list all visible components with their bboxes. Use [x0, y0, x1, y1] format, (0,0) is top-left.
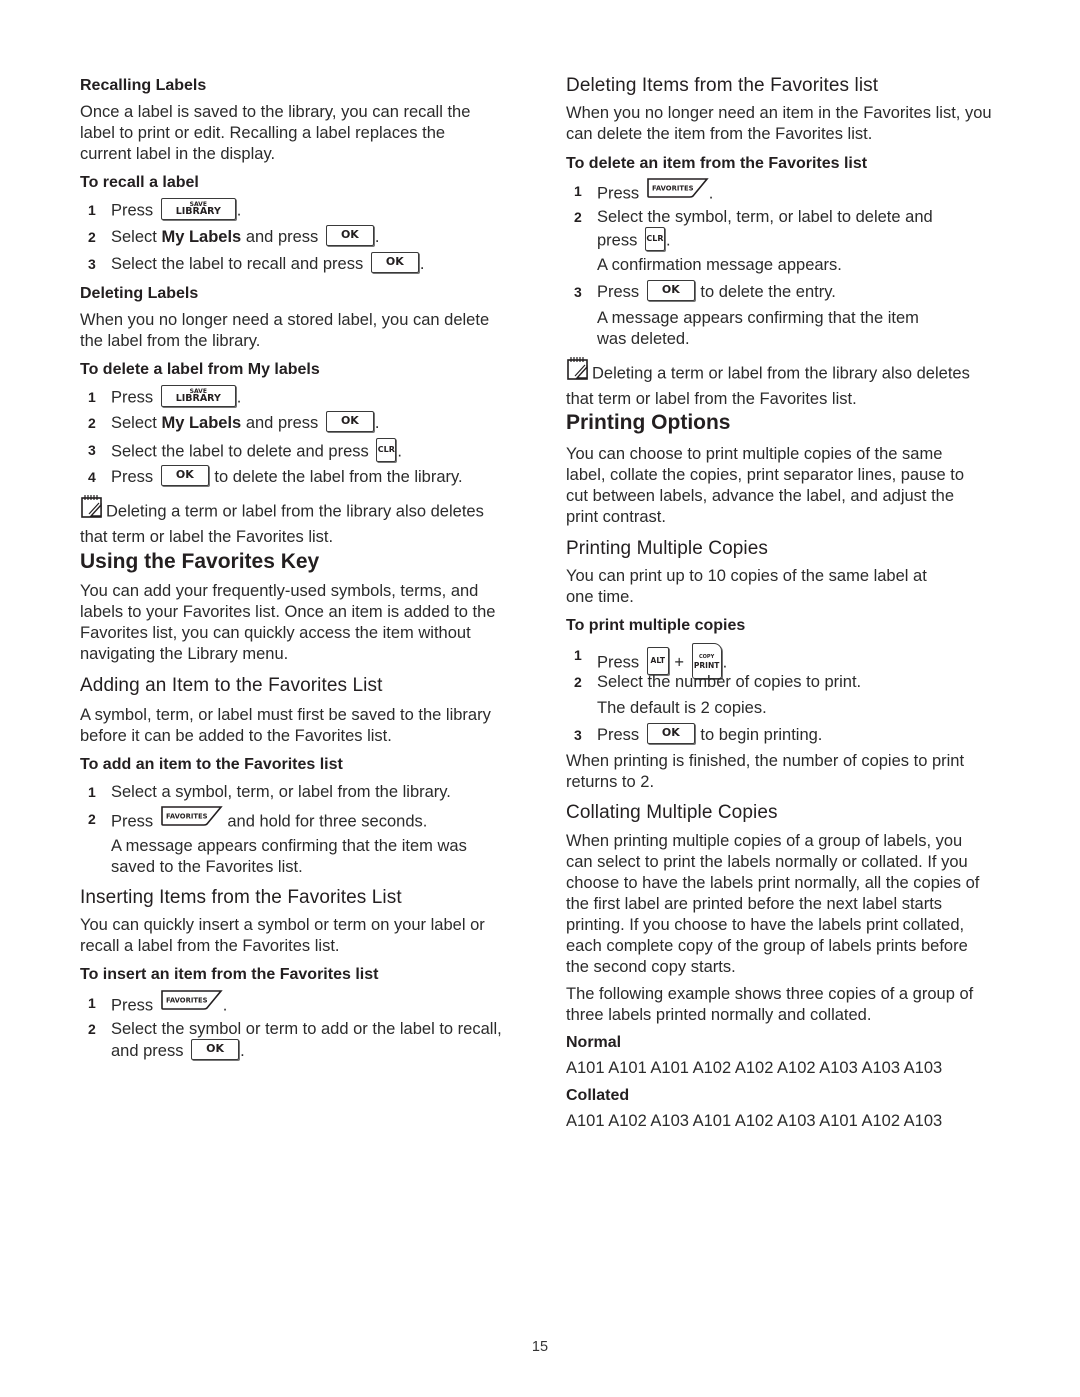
- recall-procedure-heading: To recall a label: [80, 174, 199, 191]
- inserting-items-heading: Inserting Items from the Favorites List: [80, 887, 402, 908]
- save-library-key-icon: SAVE LIBRARY: [160, 385, 236, 407]
- collating-example-intro: The following example shows three copies…: [566, 985, 974, 1024]
- normal-sequence: A101 A101 A101 A102 A102 A102 A103 A103 …: [566, 1059, 943, 1077]
- deleting-labels-heading: Deleting Labels: [80, 285, 199, 302]
- collating-heading: Collating Multiple Copies: [566, 802, 778, 823]
- note-icon: [80, 494, 104, 524]
- ok-key-icon: OK: [646, 280, 695, 302]
- adding-item-body: A symbol, term, or label must first be s…: [80, 706, 491, 745]
- deleting-favorites-body: When you no longer need an item in the F…: [566, 104, 992, 143]
- ok-key-icon: OK: [325, 411, 374, 433]
- insert-procedure-heading: To insert an item from the Favorites lis…: [80, 966, 379, 983]
- collated-label: Collated: [566, 1087, 630, 1104]
- multiple-copies-heading: Printing Multiple Copies: [566, 538, 768, 559]
- ok-key-icon: OK: [646, 723, 695, 745]
- printing-options-heading: Printing Options: [566, 411, 731, 434]
- ok-key-icon: OK: [325, 225, 374, 247]
- add-procedure-heading: To add an item to the Favorites list: [80, 756, 343, 773]
- svg-text:FAVORITES: FAVORITES: [166, 997, 208, 1005]
- clr-key-icon: CLR: [376, 438, 397, 462]
- favorites-key-icon: FAVORITES: [160, 990, 223, 1016]
- note-icon: [566, 356, 590, 386]
- add-result: A message appears confirming that the it…: [111, 837, 467, 876]
- insert-step-2: 2 Select the symbol or term to add or th…: [88, 1020, 502, 1061]
- print-copies-step-1: 1 Press ALT + COPY PRINT.: [566, 643, 1006, 679]
- collating-body: When printing multiple copies of a group…: [566, 832, 980, 976]
- favorites-key-icon: FAVORITES: [160, 806, 223, 832]
- clr-key-icon: CLR: [644, 227, 665, 251]
- printing-options-body: You can choose to print multiple copies …: [566, 445, 965, 526]
- delete-fav-step-2: 2 Select the symbol, term, or label to d…: [574, 208, 933, 251]
- adding-item-heading: Adding an Item to the Favorites List: [80, 675, 383, 696]
- delete-fav-result-2: A confirmation message appears.: [597, 256, 842, 274]
- delete-fav-note: Deleting a term or label from the librar…: [566, 356, 1006, 410]
- normal-label: Normal: [566, 1034, 622, 1051]
- print-copies-procedure-heading: To print multiple copies: [566, 617, 746, 634]
- deleting-favorites-heading: Deleting Items from the Favorites list: [566, 75, 879, 96]
- recalling-labels-heading: Recalling Labels: [80, 77, 207, 94]
- page-number: 15: [531, 1339, 549, 1355]
- alt-key-icon: ALT: [646, 647, 669, 675]
- recalling-labels-body: Once a label is saved to the library, yo…: [80, 103, 471, 163]
- delete-fav-procedure-heading: To delete an item from the Favorites lis…: [566, 155, 868, 172]
- delete-fav-result-3: A message appears confirming that the it…: [597, 309, 919, 348]
- favorites-key-body: You can add your frequently-used symbols…: [80, 582, 496, 663]
- multiple-copies-body: You can print up to 10 copies of the sam…: [566, 567, 927, 606]
- favorites-key-heading: Using the Favorites Key: [80, 550, 320, 573]
- ok-key-icon: OK: [370, 252, 419, 274]
- ok-key-icon: OK: [191, 1039, 240, 1061]
- svg-text:FAVORITES: FAVORITES: [166, 813, 208, 821]
- collated-sequence: A101 A102 A103 A101 A102 A103 A101 A102 …: [566, 1112, 943, 1130]
- delete-note: Deleting a term or label from the librar…: [80, 494, 520, 548]
- favorites-key-icon: FAVORITES: [646, 178, 709, 204]
- deleting-labels-body: When you no longer need a stored label, …: [80, 311, 490, 350]
- print-copies-result-2: The default is 2 copies.: [597, 699, 767, 717]
- print-copies-after: When printing is finished, the number of…: [566, 752, 965, 791]
- save-library-key-icon: SAVE LIBRARY: [160, 198, 236, 220]
- inserting-items-body: You can quickly insert a symbol or term …: [80, 916, 485, 955]
- delete-procedure-heading: To delete a label from My labels: [80, 361, 320, 378]
- ok-key-icon: OK: [160, 465, 209, 487]
- svg-text:FAVORITES: FAVORITES: [652, 185, 694, 193]
